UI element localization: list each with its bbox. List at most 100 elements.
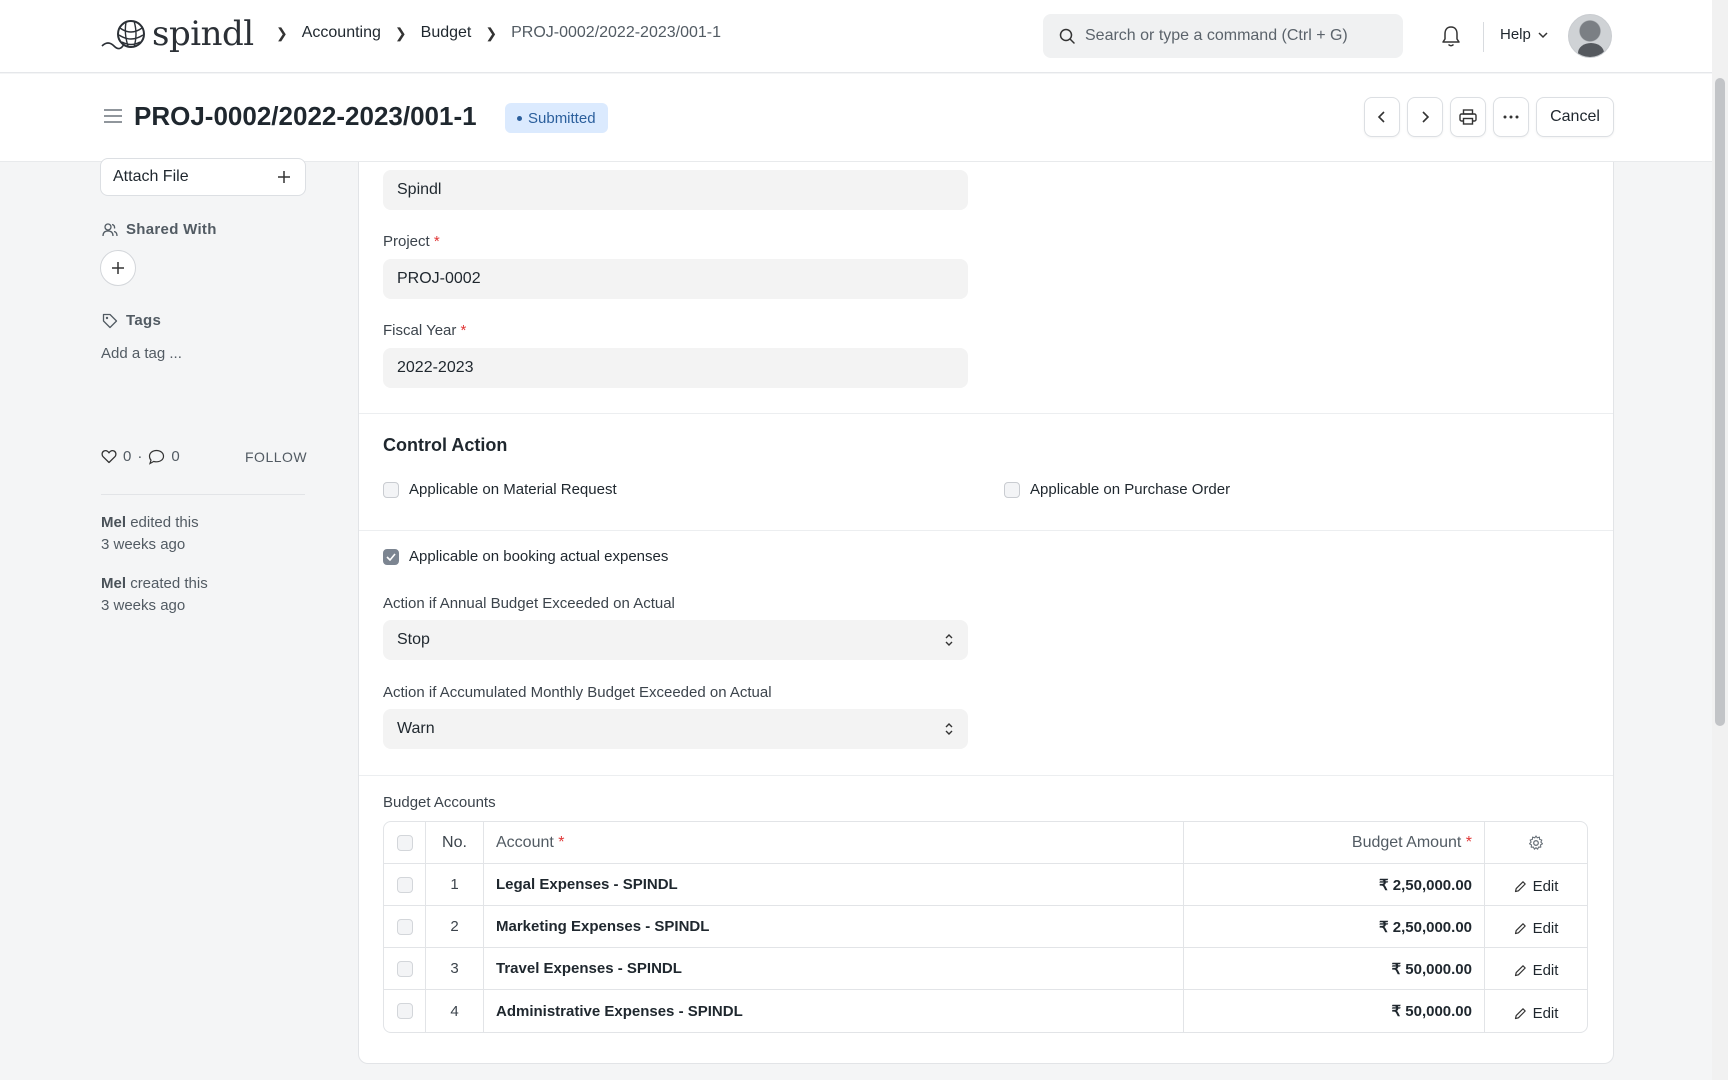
select-all-cell xyxy=(384,822,426,863)
table-row[interactable]: 2 Marketing Expenses - SPINDL ₹ 2,50,000… xyxy=(384,906,1587,948)
row-checkbox[interactable] xyxy=(396,1003,413,1019)
booking-actual-checkbox-row[interactable]: Applicable on booking actual expenses xyxy=(383,548,668,565)
chevron-left-icon xyxy=(1377,111,1385,123)
booking-actual-checkbox[interactable] xyxy=(383,548,399,565)
row-checkbox[interactable] xyxy=(396,876,413,893)
edit-label: Edit xyxy=(1532,962,1559,979)
next-record-button[interactable] xyxy=(1407,97,1443,137)
table-row[interactable]: 3 Travel Expenses - SPINDL ₹ 50,000.00 E… xyxy=(384,948,1587,990)
pencil-icon xyxy=(1514,965,1526,977)
attach-file-button[interactable]: Attach File xyxy=(100,158,306,196)
row-amount[interactable]: ₹ 50,000.00 xyxy=(1184,948,1485,989)
breadcrumb-budget[interactable]: Budget xyxy=(421,24,472,42)
like-count: 0 xyxy=(123,448,132,465)
page-title: PROJ-0002/2022-2023/001-1 xyxy=(134,101,477,131)
add-share-button[interactable] xyxy=(100,250,136,286)
budget-accounts-label: Budget Accounts xyxy=(383,794,496,811)
page-scrollbar-thumb[interactable] xyxy=(1715,78,1725,726)
annual-action-value: Stop xyxy=(397,631,430,648)
nav-divider xyxy=(1483,22,1484,52)
follow-button[interactable]: FOLLOW xyxy=(245,449,307,465)
search-icon xyxy=(1059,28,1075,44)
edit-label: Edit xyxy=(1532,1004,1559,1022)
section-divider xyxy=(359,775,1613,776)
printer-icon xyxy=(1459,109,1477,125)
row-edit-button[interactable]: Edit xyxy=(1485,948,1587,989)
project-field[interactable]: PROJ-0002 xyxy=(383,259,968,299)
search-bar[interactable] xyxy=(1043,14,1403,58)
column-header-amount-text: Budget Amount xyxy=(1351,833,1462,851)
row-account[interactable]: Administrative Expenses - SPINDL xyxy=(484,990,1184,1032)
user-avatar[interactable] xyxy=(1568,14,1612,58)
table-row[interactable]: 4 Administrative Expenses - SPINDL ₹ 50,… xyxy=(384,990,1587,1032)
search-input[interactable] xyxy=(1085,27,1385,45)
row-amount[interactable]: ₹ 2,50,000.00 xyxy=(1184,906,1485,947)
fiscal-year-field[interactable]: 2022-2023 xyxy=(383,348,968,388)
activity-user[interactable]: Mel xyxy=(101,575,126,592)
table-header-row: No. Account * Budget Amount * xyxy=(384,822,1587,864)
help-dropdown[interactable]: Help xyxy=(1500,26,1549,43)
brand-logo[interactable]: spindl xyxy=(100,14,254,54)
breadcrumb: ❯ Accounting ❯ Budget ❯ PROJ-0002/2022-2… xyxy=(262,24,721,42)
print-button[interactable] xyxy=(1450,97,1486,137)
column-header-no: No. xyxy=(426,822,484,863)
plus-icon xyxy=(112,262,124,274)
material-request-checkbox[interactable] xyxy=(383,481,399,498)
section-divider xyxy=(359,413,1613,414)
row-select-cell xyxy=(384,948,426,989)
annual-action-select[interactable]: Stop xyxy=(383,620,968,660)
select-arrows-icon xyxy=(945,634,953,646)
activity-user[interactable]: Mel xyxy=(101,514,126,531)
more-actions-button[interactable] xyxy=(1493,97,1529,137)
column-header-account: Account * xyxy=(484,822,1184,863)
pencil-icon xyxy=(1514,923,1526,935)
chevron-right-icon xyxy=(1422,111,1430,123)
section-divider xyxy=(359,530,1613,531)
top-navbar: spindl ❯ Accounting ❯ Budget ❯ PROJ-0002… xyxy=(0,0,1712,73)
material-request-checkbox-row[interactable]: Applicable on Material Request xyxy=(383,481,617,498)
row-amount[interactable]: ₹ 50,000.00 xyxy=(1184,990,1485,1032)
heart-icon[interactable] xyxy=(101,449,117,464)
sidebar-toggle-icon[interactable] xyxy=(103,108,123,129)
select-arrows-icon xyxy=(945,723,953,735)
row-edit-button[interactable]: Edit xyxy=(1485,864,1587,905)
annual-action-label: Action if Annual Budget Exceeded on Actu… xyxy=(383,595,675,612)
required-mark: * xyxy=(433,233,440,250)
row-account[interactable]: Marketing Expenses - SPINDL xyxy=(484,906,1184,947)
row-edit-button[interactable]: Edit xyxy=(1485,990,1587,1032)
row-select-cell xyxy=(384,990,426,1032)
row-edit-button[interactable]: Edit xyxy=(1485,906,1587,947)
select-all-checkbox[interactable] xyxy=(396,834,413,851)
previous-record-button[interactable] xyxy=(1364,97,1400,137)
row-checkbox[interactable] xyxy=(396,960,413,977)
purchase-order-checkbox[interactable] xyxy=(1004,481,1020,498)
row-amount[interactable]: ₹ 2,50,000.00 xyxy=(1184,864,1485,905)
separator-dot: · xyxy=(137,448,143,465)
monthly-action-select[interactable]: Warn xyxy=(383,709,968,749)
gear-icon[interactable] xyxy=(1528,834,1544,851)
purchase-order-checkbox-row[interactable]: Applicable on Purchase Order xyxy=(1004,481,1230,498)
chevron-right-icon: ❯ xyxy=(485,24,498,41)
breadcrumb-current[interactable]: PROJ-0002/2022-2023/001-1 xyxy=(511,24,721,42)
page-header: PROJ-0002/2022-2023/001-1 Submitted Canc… xyxy=(0,74,1712,162)
monthly-action-value: Warn xyxy=(397,720,435,737)
row-number: 2 xyxy=(426,906,484,947)
company-field[interactable]: Spindl xyxy=(383,170,968,210)
project-label-text: Project xyxy=(383,233,430,250)
monthly-action-label: Action if Accumulated Monthly Budget Exc… xyxy=(383,684,772,701)
add-tag-link[interactable]: Add a tag ... xyxy=(101,345,182,362)
row-checkbox[interactable] xyxy=(396,918,413,935)
breadcrumb-accounting[interactable]: Accounting xyxy=(302,24,381,42)
activity-item: Mel edited this 3 weeks ago xyxy=(101,512,199,556)
table-row[interactable]: 1 Legal Expenses - SPINDL ₹ 2,50,000.00 … xyxy=(384,864,1587,906)
budget-accounts-table: No. Account * Budget Amount * 1 Legal Ex… xyxy=(383,821,1588,1033)
comment-icon[interactable] xyxy=(148,449,165,465)
cancel-button[interactable]: Cancel xyxy=(1536,97,1614,137)
notification-bell-icon[interactable] xyxy=(1440,24,1462,53)
edit-label: Edit xyxy=(1532,920,1559,937)
shared-with-heading: Shared With xyxy=(102,221,217,238)
control-action-heading: Control Action xyxy=(383,435,508,455)
chevron-right-icon: ❯ xyxy=(276,24,288,41)
row-account[interactable]: Legal Expenses - SPINDL xyxy=(484,864,1184,905)
row-account[interactable]: Travel Expenses - SPINDL xyxy=(484,948,1184,989)
